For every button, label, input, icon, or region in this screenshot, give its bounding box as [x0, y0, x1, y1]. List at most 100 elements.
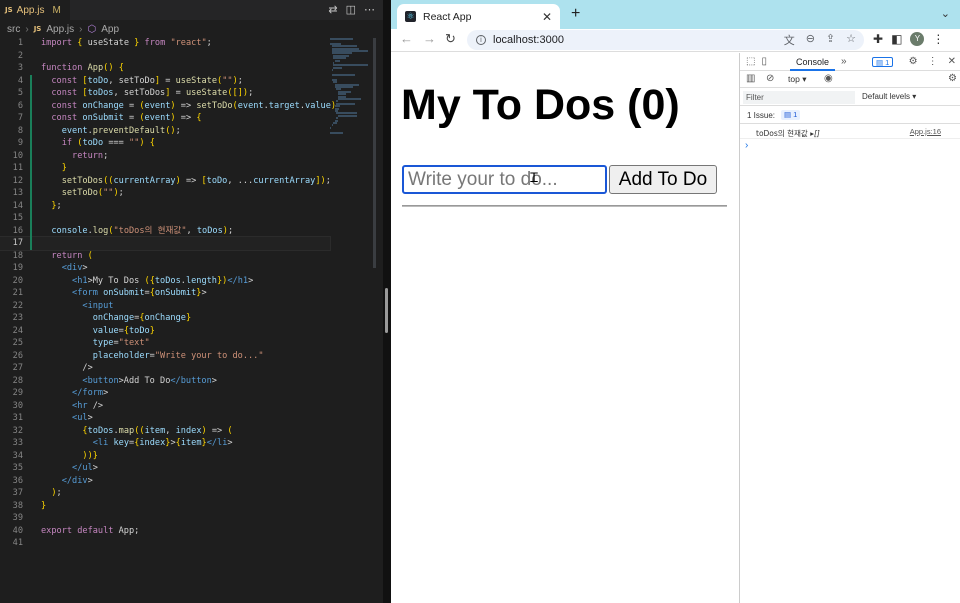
gear-icon[interactable]: ⚙: [909, 56, 918, 67]
code-line[interactable]: 39: [0, 512, 330, 525]
todo-input[interactable]: [402, 165, 607, 194]
js-file-icon: JS: [5, 6, 13, 14]
line-number: 41: [12, 538, 23, 548]
browser-toolbar: ← → ↻ i localhost:3000 文 ⊖ ⇪ ☆ ✚ ◧ Y ⋮: [391, 29, 960, 52]
code-line[interactable]: 3 function App() {: [0, 62, 330, 75]
live-expression-eye-icon[interactable]: ◉: [824, 73, 833, 84]
code-line[interactable]: 5 const [toDos, setToDos] = useState([])…: [0, 87, 330, 100]
code-line[interactable]: 16 console.log("toDos의 현재값", toDos);: [0, 225, 330, 238]
code-line[interactable]: 14 };: [0, 200, 330, 213]
code-area[interactable]: 1 import { useState } from "react"; 2 3 func…: [0, 37, 336, 550]
breadcrumb-folder[interactable]: src: [7, 24, 20, 35]
code-line[interactable]: 20 <h1>My To Dos ({toDos.length})</h1>: [0, 275, 330, 288]
more-actions-icon[interactable]: ⋯: [364, 3, 375, 16]
code-line[interactable]: 41: [0, 537, 330, 550]
code-line[interactable]: 29 </form>: [0, 387, 330, 400]
reload-icon[interactable]: ↻: [445, 31, 456, 47]
code-line[interactable]: 22 <input: [0, 300, 330, 313]
compare-changes-icon[interactable]: ⇄: [328, 3, 337, 16]
devtools-menu-icon[interactable]: ⋮: [928, 56, 938, 67]
close-tab-icon[interactable]: ✕: [542, 10, 552, 24]
splitter-grip[interactable]: [385, 288, 388, 333]
code-line[interactable]: 28 <button>Add To Do</button>: [0, 375, 330, 388]
editor-tab-app-js[interactable]: JS App.js M: [0, 0, 70, 20]
code-line[interactable]: 40 export default App;: [0, 525, 330, 538]
split-editor-icon[interactable]: ◫: [346, 3, 356, 16]
context-select-value: top: [788, 74, 800, 84]
console-filter-input[interactable]: [743, 91, 855, 104]
device-toolbar-icon[interactable]: ▯: [761, 56, 767, 67]
code-line[interactable]: 24 value={toDo}: [0, 325, 330, 338]
clear-console-icon[interactable]: ⊘: [766, 73, 774, 84]
code-line[interactable]: 27 />: [0, 362, 330, 375]
code-line[interactable]: 4 const [toDo, setToDo] = useState("");: [0, 75, 330, 88]
code-line[interactable]: 7 const onSubmit = (event) => {: [0, 112, 330, 125]
console-prompt-icon[interactable]: ›: [745, 140, 748, 151]
log-source-link[interactable]: App.js:16: [910, 127, 941, 136]
sidebar-toggle-icon[interactable]: ▥: [746, 73, 755, 84]
code-line[interactable]: 11 }: [0, 162, 330, 175]
code-line[interactable]: 15: [0, 212, 330, 225]
code-line[interactable]: 25 type="text": [0, 337, 330, 350]
code-line[interactable]: 19 <div>: [0, 262, 330, 275]
side-panel-icon[interactable]: ◧: [891, 32, 902, 46]
code-line[interactable]: 17: [0, 236, 331, 251]
code-line[interactable]: 36 </div>: [0, 475, 330, 488]
forward-arrow-icon[interactable]: →: [423, 31, 436, 46]
editor-scrollbar[interactable]: [373, 38, 376, 268]
issue-count-chip[interactable]: ▤ 1: [781, 110, 801, 120]
code-line[interactable]: 8 event.preventDefault();: [0, 125, 330, 138]
code-line[interactable]: 6 const onChange = (event) => setToDo(ev…: [0, 100, 336, 113]
add-todo-button[interactable]: Add To Do: [609, 165, 717, 194]
code-line[interactable]: 13 setToDo("");: [0, 187, 330, 200]
code-line[interactable]: 38}: [0, 500, 330, 513]
code-line[interactable]: 23 onChange={onChange}: [0, 312, 330, 325]
code-line[interactable]: 34 ))}: [0, 450, 330, 463]
address-bar[interactable]: i localhost:3000 文 ⊖ ⇪ ☆: [467, 30, 864, 50]
chevron-down-icon[interactable]: ⌄: [941, 7, 950, 20]
zoom-icon[interactable]: ⊖: [806, 32, 815, 48]
log-value[interactable]: []: [814, 129, 820, 138]
git-change-marker[interactable]: [30, 74, 32, 250]
browser-tab-react-app[interactable]: ⚛ React App ✕: [397, 4, 560, 29]
line-number: 21: [12, 288, 23, 298]
code-line[interactable]: 32 {toDos.map((item, index) => (: [0, 425, 330, 438]
context-select[interactable]: top ▾: [788, 74, 806, 85]
breadcrumb-file[interactable]: App.js: [46, 24, 74, 35]
browser-menu-icon[interactable]: ⋮: [932, 32, 944, 46]
code-line[interactable]: 21 <form onSubmit={onSubmit}>: [0, 287, 330, 300]
breadcrumb-symbol[interactable]: App: [101, 24, 119, 35]
code-line[interactable]: 31 <ul>: [0, 412, 330, 425]
log-levels-select[interactable]: Default levels ▾: [862, 92, 916, 101]
new-tab-icon[interactable]: +: [571, 5, 580, 23]
code-line[interactable]: 12 setToDos((currentArray) => [toDo, ...…: [0, 175, 331, 188]
issues-badge[interactable]: ▤ 1: [872, 57, 894, 67]
line-number: 13: [12, 188, 23, 198]
code-line[interactable]: 26 placeholder="Write your to do...": [0, 350, 330, 363]
code-line[interactable]: 9 if (toDo === "") {: [0, 137, 330, 150]
code-line[interactable]: 35 </ul>: [0, 462, 330, 475]
extensions-puzzle-icon[interactable]: ✚: [873, 32, 883, 46]
code-line[interactable]: 18 return (: [0, 250, 330, 263]
code-line[interactable]: 30 <hr />: [0, 400, 330, 413]
back-arrow-icon[interactable]: ←: [400, 31, 413, 46]
code-line[interactable]: 33 <li key={index}>{item}</li>: [0, 437, 330, 450]
bookmark-star-icon[interactable]: ☆: [846, 32, 856, 48]
line-number: 29: [12, 388, 23, 398]
avatar[interactable]: Y: [910, 32, 925, 46]
tab-console[interactable]: Console: [790, 53, 836, 71]
code-line[interactable]: 1 import { useState } from "react";: [0, 37, 330, 50]
share-icon[interactable]: ⇪: [826, 32, 835, 48]
issues-row[interactable]: 1 Issue: ▤ 1: [740, 106, 960, 124]
inspect-element-icon[interactable]: ⬚: [746, 56, 755, 67]
site-info-icon[interactable]: i: [476, 35, 486, 45]
console-settings-icon[interactable]: ⚙: [948, 73, 957, 84]
code-line[interactable]: 10 return;: [0, 150, 330, 163]
line-number: 39: [12, 513, 23, 523]
code-line[interactable]: 37 );: [0, 487, 330, 500]
code-line[interactable]: 2: [0, 50, 330, 63]
translate-icon[interactable]: 文: [784, 32, 795, 48]
minimap[interactable]: [330, 38, 370, 138]
close-icon[interactable]: ✕: [948, 56, 956, 67]
more-tabs-icon[interactable]: »: [841, 56, 847, 67]
